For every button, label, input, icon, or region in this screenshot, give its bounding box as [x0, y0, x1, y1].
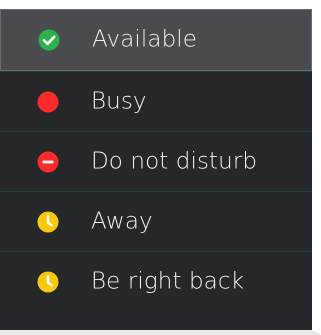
status-menu: Available Busy Do not disturb Away Be ri…	[0, 0, 321, 335]
status-item-busy[interactable]: Busy	[0, 71, 312, 131]
status-label-available: Available	[92, 26, 198, 53]
clock-icon	[37, 271, 59, 293]
status-item-away[interactable]: Away	[0, 191, 312, 251]
status-label-do-not-disturb: Do not disturb	[91, 147, 258, 174]
status-label-busy: Busy	[91, 87, 147, 114]
status-label-away: Away	[91, 207, 153, 234]
check-circle-icon	[38, 29, 60, 51]
status-item-do-not-disturb[interactable]: Do not disturb	[0, 131, 312, 191]
minus-circle-icon	[37, 151, 59, 173]
red-circle-icon	[37, 91, 59, 113]
clock-icon	[37, 211, 59, 233]
status-item-available[interactable]: Available	[0, 9, 312, 71]
status-item-be-right-back[interactable]: Be right back	[0, 251, 312, 311]
status-label-be-right-back: Be right back	[91, 267, 245, 294]
